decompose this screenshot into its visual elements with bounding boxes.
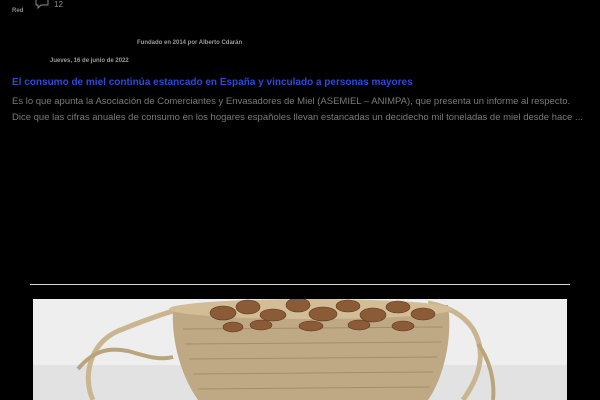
basket-of-almonds-image	[33, 299, 567, 400]
nav-label[interactable]: Red	[12, 8, 23, 14]
comment-count: 12	[54, 0, 63, 9]
article-excerpt: Es lo que apunta la Asociación de Comerc…	[12, 96, 583, 123]
basket-illustration	[33, 299, 567, 400]
comment-icon[interactable]	[34, 0, 50, 10]
top-nav[interactable]: 12 Red	[12, 0, 72, 18]
page: 12 Red Fundado en 2014 por Alberto Cdará…	[0, 0, 600, 400]
divider	[30, 284, 570, 285]
founded-line: Fundado en 2014 por Alberto Cdarán	[137, 40, 243, 46]
article-headline-link[interactable]: El consumo de miel continúa estancado en…	[12, 77, 592, 88]
date-line: Jueves, 16 de junio de 2022	[50, 58, 129, 64]
